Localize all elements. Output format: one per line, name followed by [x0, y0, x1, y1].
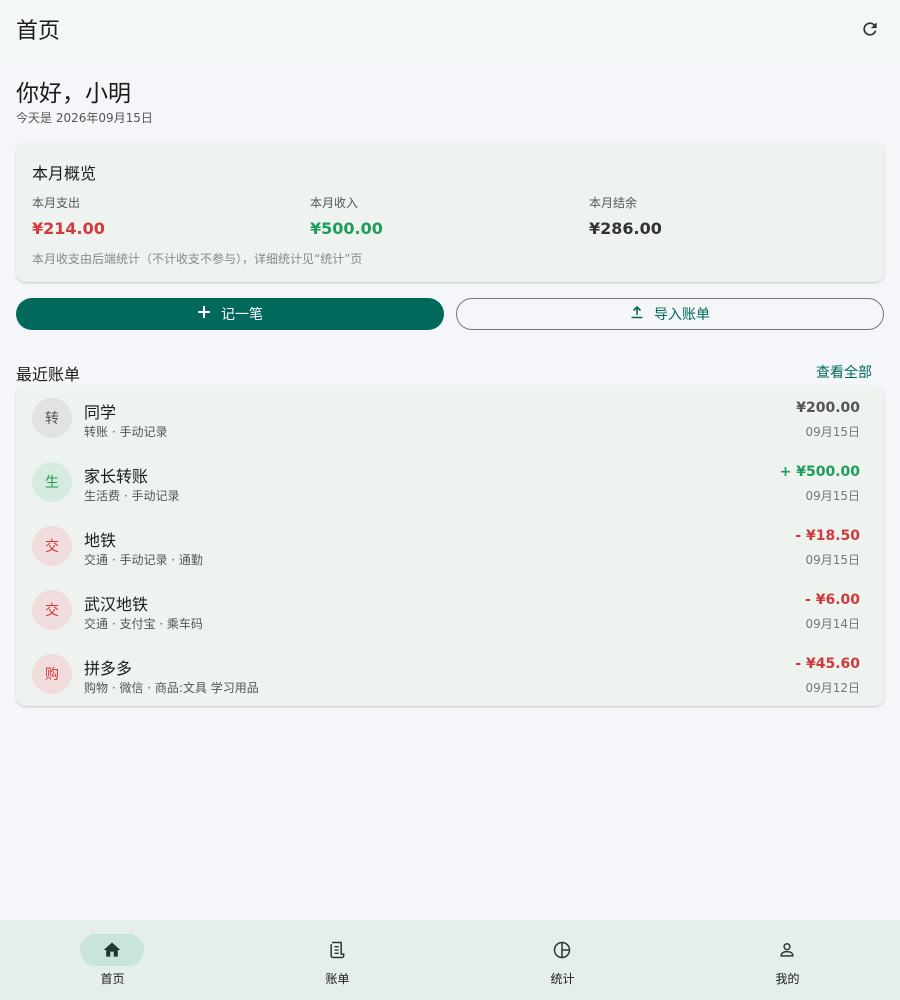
- add-record-button[interactable]: 记一笔: [16, 298, 444, 330]
- upload-icon: [630, 305, 644, 323]
- nav-item-bills[interactable]: 账单: [225, 920, 450, 1000]
- nav-item-stats[interactable]: 统计: [450, 920, 675, 1000]
- recent-bills-list: 转 同学 转账 · 手动记录 ¥200.00 09月15日 生 家长转账 生活费…: [16, 386, 884, 706]
- summary-note: 本月收支由后端统计（不计收支不参与），详细统计见“统计”页: [32, 252, 363, 266]
- receipt-icon: [305, 934, 369, 966]
- app-bar: 首页: [0, 0, 900, 58]
- bill-date: 09月12日: [805, 681, 860, 695]
- bill-date: 09月15日: [805, 425, 860, 439]
- nav-label-stats: 统计: [550, 972, 575, 986]
- category-avatar: 转: [32, 398, 72, 438]
- income-value: ¥500.00: [310, 219, 383, 238]
- bottom-nav: 首页 账单 统计 我的: [0, 920, 900, 1000]
- bill-subtitle: 购物 · 微信 · 商品:文具 学习用品: [84, 681, 259, 695]
- category-avatar: 生: [32, 462, 72, 502]
- nav-label-profile: 我的: [775, 972, 800, 986]
- monthly-summary-card: 本月概览 本月支出 ¥214.00 本月收入 ¥500.00 本月结余 ¥286…: [16, 142, 884, 282]
- home-icon: [80, 934, 144, 966]
- bill-date: 09月14日: [805, 617, 860, 631]
- bill-amount: + ¥500.00: [779, 464, 860, 480]
- category-avatar: 交: [32, 590, 72, 630]
- plus-icon: [197, 305, 211, 323]
- nav-item-home[interactable]: 首页: [0, 920, 225, 1000]
- bill-name: 武汉地铁: [84, 595, 149, 614]
- summary-stats: 本月支出 ¥214.00 本月收入 ¥500.00 本月结余 ¥286.00: [32, 194, 868, 244]
- income-stat: 本月收入 ¥500.00: [310, 194, 383, 238]
- list-item[interactable]: 生 家长转账 生活费 · 手动记录 + ¥500.00 09月15日: [16, 450, 884, 514]
- recent-bills-title: 最近账单: [16, 365, 81, 384]
- person-icon: [755, 934, 819, 966]
- bill-name: 家长转账: [84, 467, 149, 486]
- nav-label-bills: 账单: [325, 972, 350, 986]
- import-bills-label: 导入账单: [654, 307, 710, 323]
- bill-amount: ¥200.00: [796, 400, 860, 416]
- view-all-link[interactable]: 查看全部: [816, 362, 872, 382]
- add-record-label: 记一笔: [221, 307, 263, 323]
- bill-name: 同学: [84, 403, 117, 422]
- import-bills-button[interactable]: 导入账单: [456, 298, 884, 330]
- bill-name: 地铁: [84, 531, 117, 550]
- bill-date: 09月15日: [805, 553, 860, 567]
- balance-value: ¥286.00: [589, 219, 662, 238]
- bill-subtitle: 转账 · 手动记录: [84, 425, 168, 439]
- bill-subtitle: 交通 · 手动记录 · 通勤: [84, 553, 203, 567]
- bill-subtitle: 生活费 · 手动记录: [84, 489, 180, 503]
- category-avatar: 交: [32, 526, 72, 566]
- list-item[interactable]: 交 地铁 交通 · 手动记录 · 通勤 - ¥18.50 09月15日: [16, 514, 884, 578]
- bill-amount: - ¥45.60: [795, 656, 860, 672]
- expense-value: ¥214.00: [32, 219, 105, 238]
- balance-stat: 本月结余 ¥286.00: [589, 194, 662, 238]
- category-avatar: 购: [32, 654, 72, 694]
- expense-label: 本月支出: [32, 196, 81, 210]
- income-label: 本月收入: [310, 196, 359, 210]
- summary-title: 本月概览: [32, 164, 97, 183]
- bill-subtitle: 交通 · 支付宝 · 乘车码: [84, 617, 203, 631]
- bill-amount: - ¥6.00: [805, 592, 860, 608]
- list-item[interactable]: 转 同学 转账 · 手动记录 ¥200.00 09月15日: [16, 386, 884, 450]
- greeting-text: 你好，小明: [16, 81, 131, 107]
- date-text: 今天是 2026年09月15日: [16, 111, 153, 125]
- bill-date: 09月15日: [805, 489, 860, 503]
- nav-label-home: 首页: [100, 972, 125, 986]
- pie-chart-icon: [530, 934, 594, 966]
- list-item[interactable]: 购 拼多多 购物 · 微信 · 商品:文具 学习用品 - ¥45.60 09月1…: [16, 642, 884, 706]
- list-item[interactable]: 交 武汉地铁 交通 · 支付宝 · 乘车码 - ¥6.00 09月14日: [16, 578, 884, 642]
- nav-item-profile[interactable]: 我的: [675, 920, 900, 1000]
- expense-stat: 本月支出 ¥214.00: [32, 194, 105, 238]
- refresh-icon[interactable]: [856, 15, 884, 43]
- bill-name: 拼多多: [84, 659, 133, 678]
- balance-label: 本月结余: [589, 196, 638, 210]
- bill-amount: - ¥18.50: [795, 528, 860, 544]
- page-title: 首页: [16, 19, 61, 44]
